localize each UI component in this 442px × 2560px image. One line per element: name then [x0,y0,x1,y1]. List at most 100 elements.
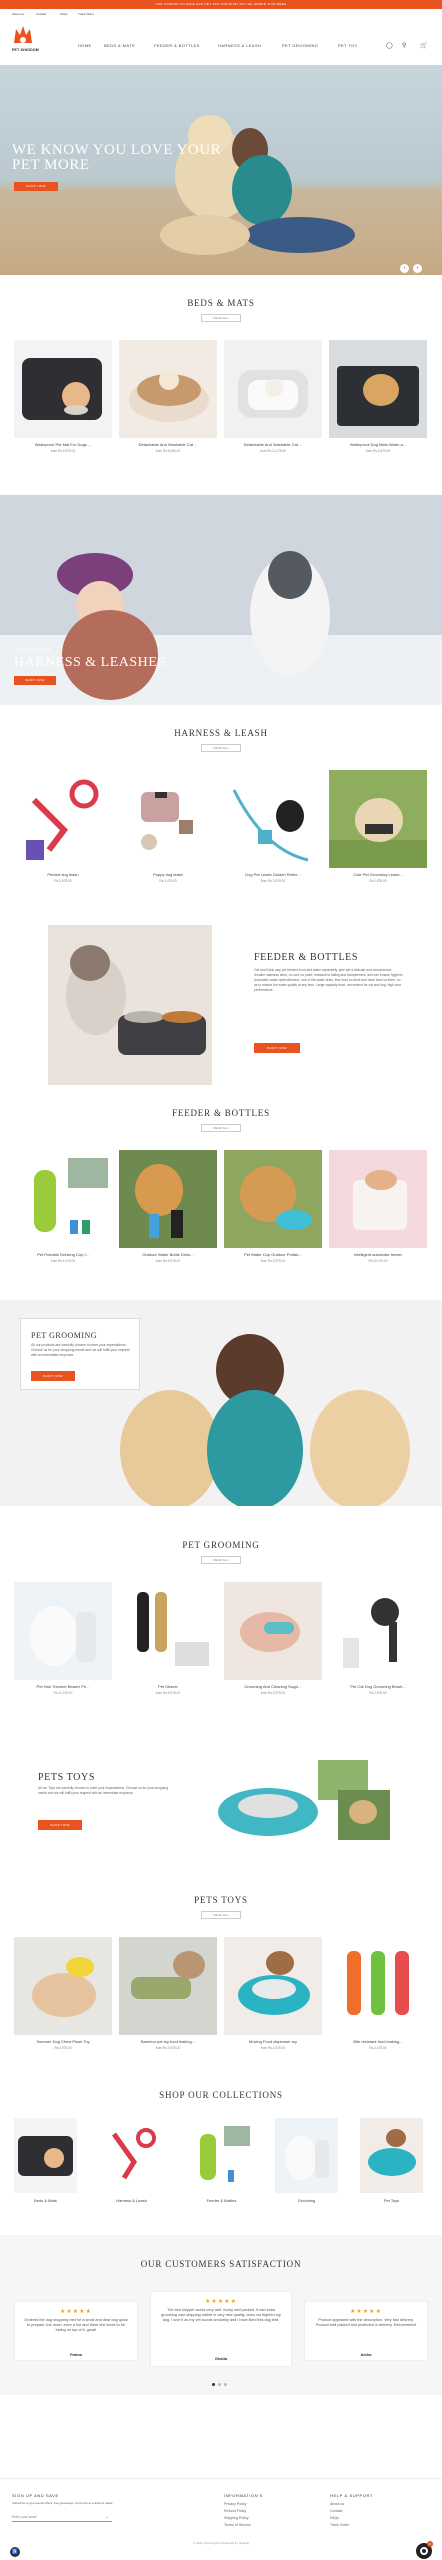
product-image [329,1937,427,2035]
product-price: Rs.2,475.00 [369,2046,387,2050]
product-name: Detachable And Washable Cat ... [243,442,303,447]
feeder-view-all[interactable]: VIEW ALL [201,1124,241,1132]
footer-link-privacy[interactable]: Privacy Policy [224,2502,246,2506]
logo[interactable]: PET KINGDOM [10,23,39,57]
product-image [224,1582,322,1680]
toys-feature-text: All our Toys are carefully chosen to mee… [38,1786,169,1795]
product-name: Pet Shaver [158,1684,178,1689]
grooming-section-title: PET GROOMING [182,1540,260,1550]
nav-beds-mats[interactable]: BEDS & MATS [104,43,135,48]
product-name: Puppy dog leash [153,872,183,877]
footer-link-about[interactable]: About us [330,2502,344,2506]
collection-image [100,2118,163,2193]
utility-links: About us Contact FAQs Track Order [0,9,442,19]
harness-view-all[interactable]: VIEW ALL [201,744,241,752]
nav-feeder-bottles[interactable]: FEEDER & BOTTLES [154,43,200,48]
product-image [329,1150,427,1248]
hero-shop-button[interactable]: SHOP NOW [14,182,58,191]
rating-stars-icon: ★★★★★ [205,2299,237,2305]
arrow-right-icon[interactable]: → [104,2514,109,2520]
utility-faqs[interactable]: FAQs [60,12,68,16]
product-name: Printed dog leash [47,872,79,877]
product-image [14,770,112,868]
nav-pet-toy[interactable]: PET TOY [338,43,358,48]
product-name: Pet Portable Drinking Cup f... [37,1252,89,1257]
footer-link-shipping[interactable]: Shipping Policy [224,2516,249,2520]
product-price: Rs.11,975.00 [53,1691,73,1695]
footer-info-title: INFORMATION'S [224,2493,263,2498]
product-name: Outdoor Water Bottle Drink... [142,1252,194,1257]
utility-about[interactable]: About us [12,12,24,16]
product-image [14,1150,112,1248]
product-name: Moving Food dispenser toy [248,2039,298,2044]
toys-feature-button[interactable]: SHOP NOW [38,1820,82,1830]
chat-icon[interactable]: 0 [416,2541,433,2559]
testimonial-author: Fatma [70,2352,82,2357]
collection-label: Grooming [297,2198,316,2203]
collection-image [14,2118,77,2193]
product-image [119,340,217,438]
grooming-banner-title: PET GROOMING [31,1331,98,1340]
grooming-banner-box: PET GROOMING All our products are carefu… [20,1318,140,1390]
product-price: from Rs.3,575.00 [365,449,391,453]
search-icon[interactable]: ⚲ [402,42,406,49]
footer-link-refund[interactable]: Refund Policy [224,2509,246,2513]
nav-home[interactable]: HOME [78,43,92,48]
product-price: from Rs.4,475.00 [50,1259,76,1263]
collection-label: Harness & Leash [116,2198,147,2203]
product-image [14,1937,112,2035]
footer-signup-title: SIGN UP AND SAVE [12,2493,59,2498]
harness-shop-button[interactable]: SHOP NOW [14,676,56,685]
nav-harness-leash[interactable]: HARNESS & LEASH [218,43,261,48]
harness-section-title: HARNESS & LEASH [174,728,268,738]
utility-contact[interactable]: Contact [36,12,46,16]
testimonial-card: ★★★★★ Product appeared with the descript… [304,2301,428,2361]
feeder-feature-title: FEEDER & BOTTLES [254,952,359,963]
beds-view-all[interactable]: VIEW ALL [201,314,241,322]
announcement-bar: USE COUPON ON SALE AND GET 10% DISCOUNT … [0,0,442,9]
testimonial-author: Aisha [360,2352,372,2357]
collection-image [360,2118,423,2193]
beds-section-title: BEDS & MATS [187,298,255,308]
footer-link-track[interactable]: Track Order [330,2523,349,2527]
hero-next-icon[interactable]: › [413,264,422,273]
site-footer: SIGN UP AND SAVE Subscribe to get specia… [0,2478,442,2560]
cart-icon[interactable]: 🛒 [420,42,427,49]
testimonial-card: ★★★★★ Ordered the dog shopping bed for a… [14,2301,138,2361]
feeder-feature-text: Cat and Drink way pet feeders food and w… [254,968,404,992]
testimonials-section: OUR CUSTOMERS SATISFACTION ★★★★★ Ordered… [0,2235,442,2395]
hero-prev-icon[interactable]: ‹ [400,264,409,273]
product-image [224,770,322,868]
feeder-section-title: FEEDER & BOTTLES [172,1108,270,1118]
product-name: Bamboo pet toy food leaking... [140,2039,196,2044]
collections-title: SHOP OUR COLLECTIONS [159,2090,283,2100]
testimonial-text: Ordered the dog shopping bed for a small… [24,2318,128,2332]
testimonial-text: Product appeared with the description. V… [315,2318,417,2327]
product-image [119,770,217,868]
grooming-banner-button[interactable]: SHOP NOW [31,1371,75,1381]
email-input[interactable]: Enter your email → [12,2514,112,2522]
site-header: PET KINGDOM HOME BEDS & MATS FEEDER & BO… [0,19,442,65]
collection-image [275,2118,338,2193]
grooming-view-all[interactable]: VIEW ALL [201,1556,241,1564]
testimonial-card: ★★★★★ The bed shipper works very well, n… [150,2291,292,2367]
footer-link-contact[interactable]: Contact [330,2509,342,2513]
harness-banner-image [0,495,442,705]
hero-banner: WE KNOW YOU LOVE YOUR PET MORE SHOP NOW … [0,65,442,275]
account-icon[interactable]: ◯ [386,42,393,49]
accessibility-icon[interactable]: ♿ [10,2547,20,2557]
feeder-feature-button[interactable]: SHOP NOW [254,1043,300,1053]
product-price: Rs.2,975.00 [369,1691,387,1695]
product-image [119,1150,217,1248]
rating-stars-icon: ★★★★★ [60,2309,92,2315]
product-image [224,1937,322,2035]
footer-link-terms[interactable]: Terms of Service [224,2523,251,2527]
carousel-dots[interactable] [212,2383,232,2387]
product-price: from Rs.3,975.00 [155,2046,181,2050]
utility-track-order[interactable]: Track Order [78,12,94,16]
product-price: from Rs.6,050.00 [155,449,181,453]
toys-view-all[interactable]: VIEW ALL [201,1911,241,1919]
footer-link-faqs[interactable]: FAQs [330,2516,339,2520]
toys-feature-image [208,1750,408,1860]
nav-pet-grooming[interactable]: PET GROOMING [282,43,318,48]
